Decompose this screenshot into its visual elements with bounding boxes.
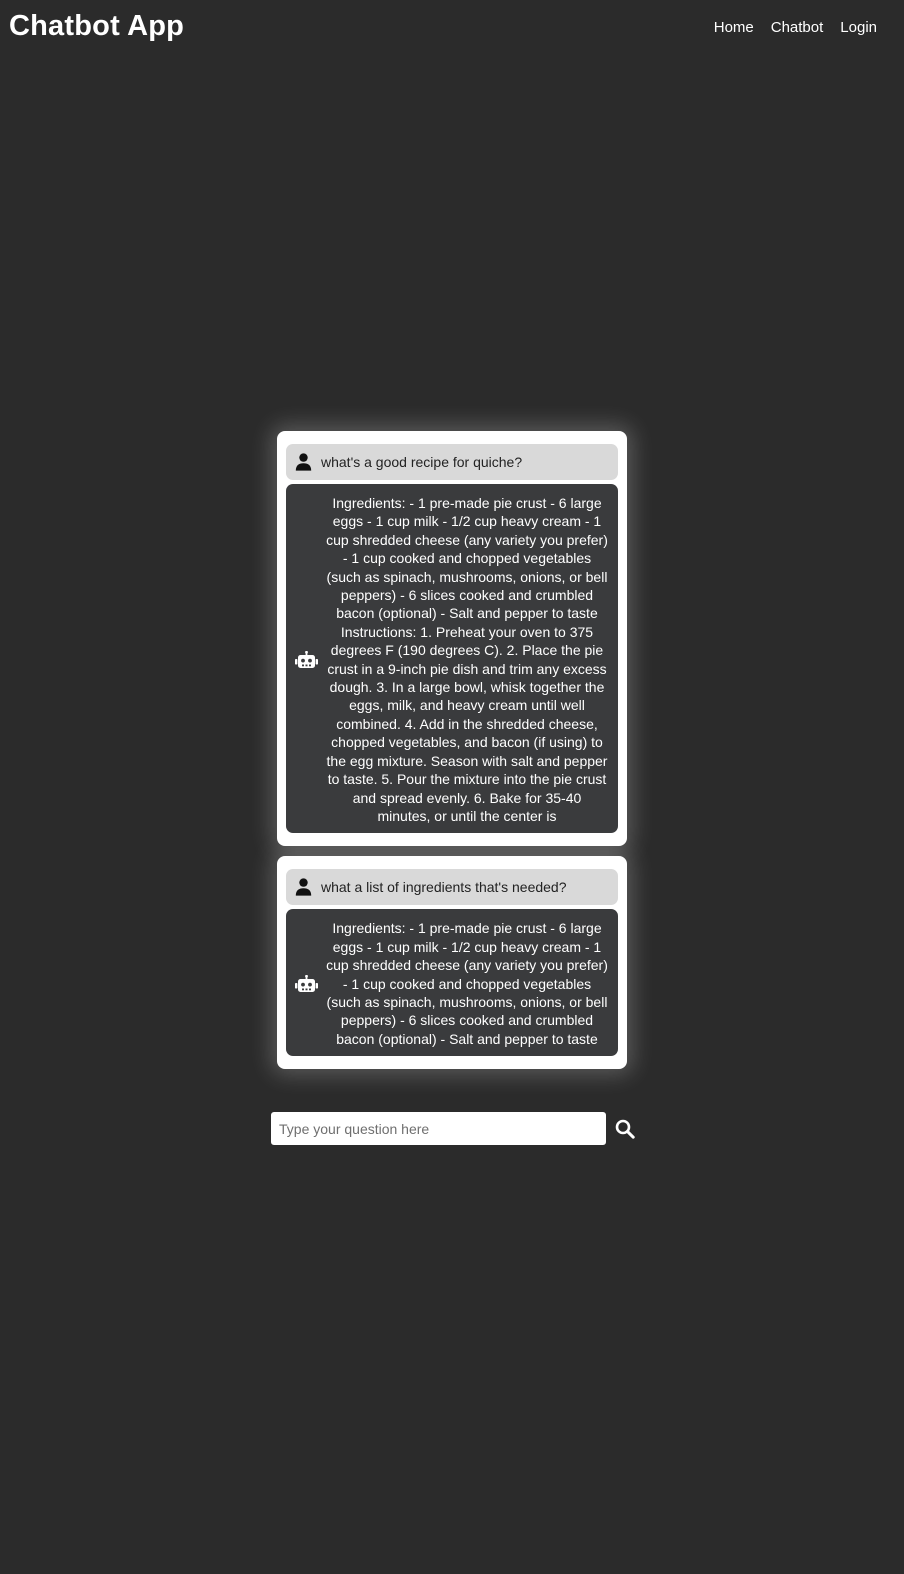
user-message: what a list of ingredients that's needed… (286, 869, 618, 906)
bot-message-text: Ingredients: - 1 pre-made pie crust - 6 … (326, 495, 608, 824)
nav-login-link[interactable]: Login (840, 19, 877, 36)
user-message-text: what's a good recipe for quiche? (321, 454, 523, 470)
search-button[interactable] (614, 1118, 636, 1140)
nav-home-link[interactable]: Home (714, 19, 754, 36)
robot-icon (294, 974, 318, 993)
user-icon (295, 453, 312, 471)
nav-links: Home Chatbot Login (714, 19, 877, 36)
question-form (271, 1112, 636, 1145)
chat-exchange-card: what's a good recipe for quiche? Ingredi… (277, 431, 627, 847)
navbar: Chatbot App Home Chatbot Login (0, 0, 904, 60)
bot-message: Ingredients: - 1 pre-made pie crust - 6 … (286, 909, 618, 1057)
chat-history: what's a good recipe for quiche? Ingredi… (277, 431, 627, 1079)
nav-chatbot-link[interactable]: Chatbot (771, 19, 824, 36)
robot-icon (294, 650, 318, 669)
user-message-text: what a list of ingredients that's needed… (321, 879, 567, 896)
app-title[interactable]: Chatbot App (9, 10, 184, 43)
chat-exchange-card: what a list of ingredients that's needed… (277, 856, 627, 1070)
user-icon (295, 878, 312, 896)
question-input[interactable] (271, 1112, 606, 1145)
search-icon (615, 1119, 635, 1139)
user-message: what's a good recipe for quiche? (286, 444, 618, 480)
bot-message-text: Ingredients: - 1 pre-made pie crust - 6 … (326, 920, 608, 1047)
bot-message: Ingredients: - 1 pre-made pie crust - 6 … (286, 484, 618, 834)
